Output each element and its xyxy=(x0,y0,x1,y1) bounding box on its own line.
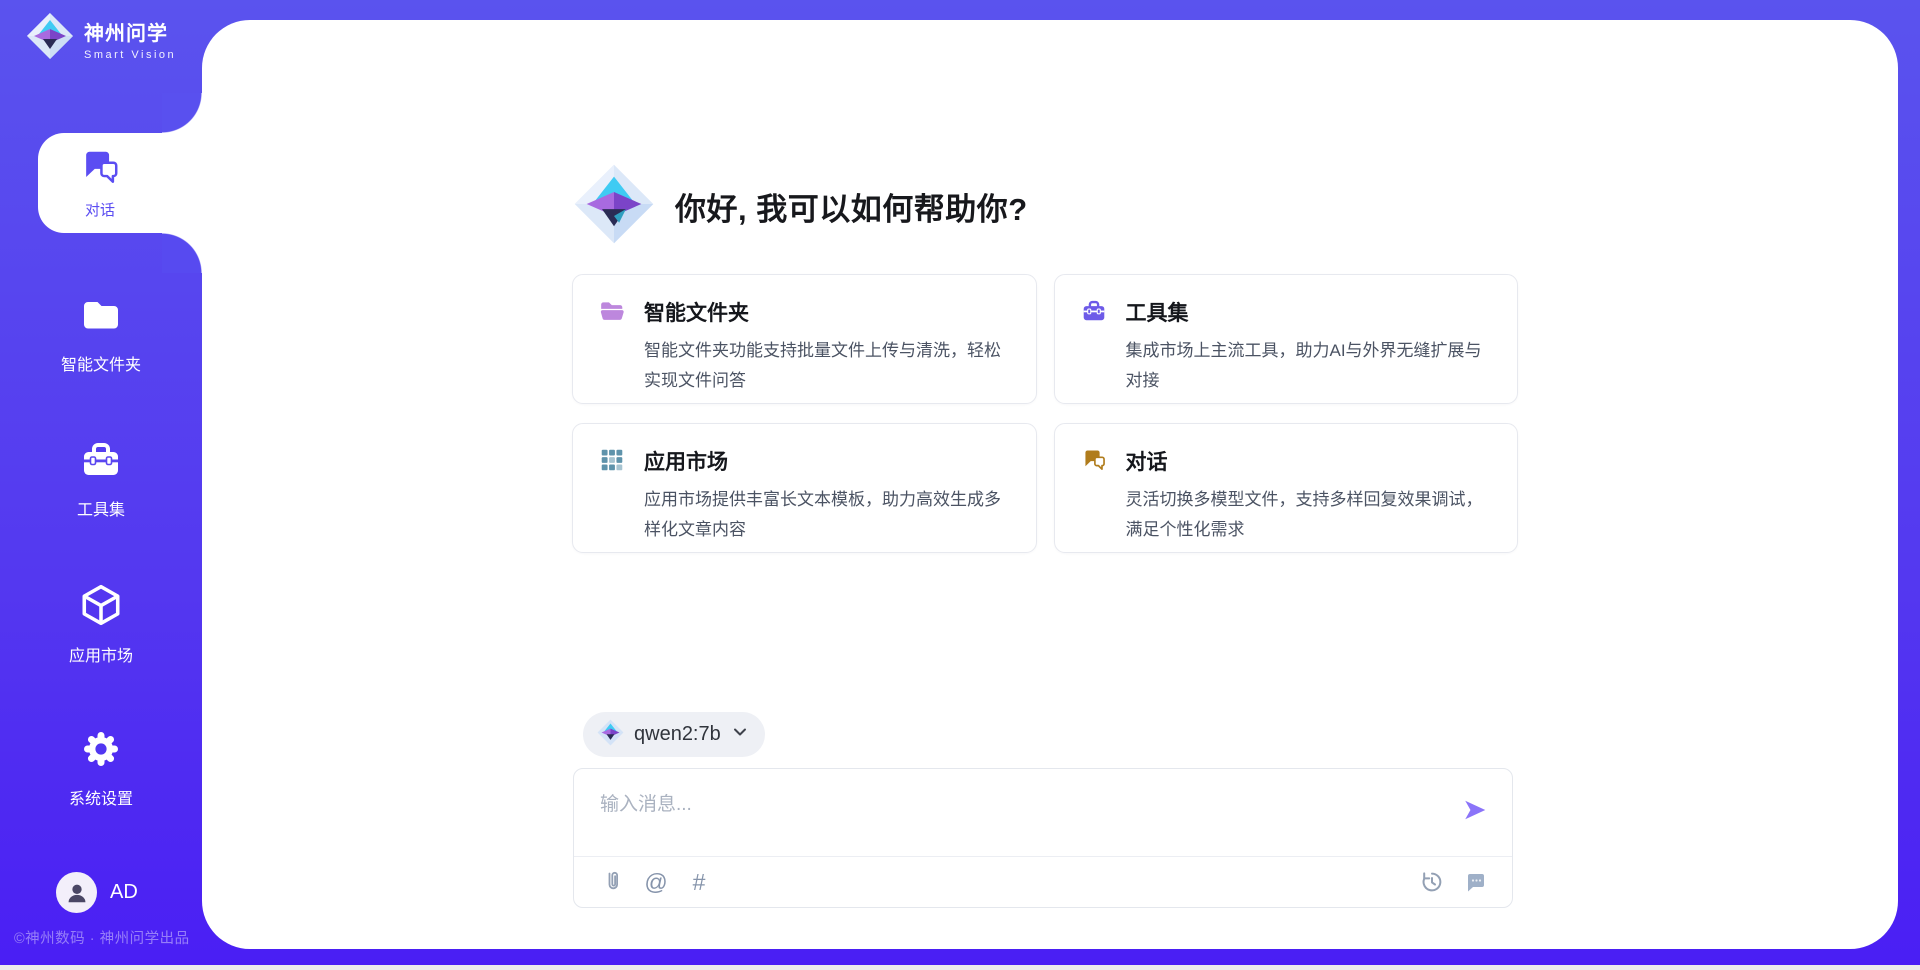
sidebar-item-chat-label: 对话 xyxy=(85,199,115,220)
card-description: 集成市场上主流工具，助力AI与外界无缝扩展与对接 xyxy=(1126,336,1494,396)
card-title: 工具集 xyxy=(1126,297,1494,327)
brand: 神州问学 Smart Vision xyxy=(26,12,176,65)
assistant-logo-icon xyxy=(573,163,655,250)
card-description: 智能文件夹功能支持批量文件上传与清洗，轻松实现文件问答 xyxy=(644,336,1012,396)
message-input[interactable] xyxy=(574,769,1512,855)
toolbox-icon xyxy=(1081,298,1107,403)
sidebar: 神州问学 Smart Vision 对话 智能文件夹 xyxy=(0,0,202,970)
sidebar-item-chat[interactable]: 对话 xyxy=(38,133,206,233)
greeting-title: 你好, 我可以如何帮助你? xyxy=(675,184,1028,229)
sidebar-item-apps[interactable]: 应用市场 xyxy=(0,582,202,666)
card-smart-folder[interactable]: 智能文件夹 智能文件夹功能支持批量文件上传与清洗，轻松实现文件问答 xyxy=(572,274,1037,404)
user-initials: AD xyxy=(110,881,138,904)
sidebar-item-settings[interactable]: 系统设置 xyxy=(0,727,202,809)
chat-bubbles-icon xyxy=(1081,447,1107,552)
sidebar-item-tools-label: 工具集 xyxy=(77,496,125,520)
card-app-market[interactable]: 应用市场 应用市场提供丰富长文本模板，助力高效生成多样化文章内容 xyxy=(572,423,1037,553)
model-name: qwen2:7b xyxy=(634,723,721,746)
sidebar-item-apps-label: 应用市场 xyxy=(69,642,133,666)
card-title: 智能文件夹 xyxy=(644,297,1012,327)
grid-icon xyxy=(599,447,625,552)
card-chat[interactable]: 对话 灵活切换多模型文件，支持多样回复效果调试，满足个性化需求 xyxy=(1054,423,1519,553)
send-icon[interactable] xyxy=(1462,797,1488,823)
greeting-block: 你好, 我可以如何帮助你? xyxy=(573,163,1028,250)
feature-cards: 智能文件夹 智能文件夹功能支持批量文件上传与清洗，轻松实现文件问答 工具集 集成… xyxy=(572,274,1518,553)
brand-logo-icon xyxy=(26,12,74,65)
card-description: 灵活切换多模型文件，支持多样回复效果调试，满足个性化需求 xyxy=(1126,485,1494,545)
avatar xyxy=(56,872,97,913)
toolbox-icon xyxy=(79,438,123,487)
sidebar-item-settings-label: 系统设置 xyxy=(69,785,133,809)
history-icon[interactable] xyxy=(1419,869,1445,895)
chevron-down-icon xyxy=(731,724,749,745)
gear-icon xyxy=(79,727,123,776)
horizontal-scrollbar[interactable] xyxy=(0,965,1920,970)
brand-name: 神州问学 xyxy=(84,17,176,46)
active-tab-fillet-top xyxy=(162,93,202,133)
attachment-icon[interactable] xyxy=(600,869,626,895)
brand-subtitle: Smart Vision xyxy=(84,49,176,61)
model-selector[interactable]: qwen2:7b xyxy=(583,712,765,757)
folder-open-icon xyxy=(599,298,625,403)
composer-toolbar: @ # xyxy=(600,857,1488,907)
model-logo-icon xyxy=(597,719,624,751)
card-title: 对话 xyxy=(1126,446,1494,476)
mention-icon[interactable]: @ xyxy=(643,869,669,895)
sidebar-footer: ©神州数码 · 神州问学出品 xyxy=(14,927,204,948)
sidebar-item-folders-label: 智能文件夹 xyxy=(61,351,141,375)
message-composer: @ # xyxy=(573,768,1513,908)
sidebar-item-folders[interactable]: 智能文件夹 xyxy=(0,293,202,375)
card-description: 应用市场提供丰富长文本模板，助力高效生成多样化文章内容 xyxy=(644,485,1012,545)
cube-icon xyxy=(78,582,124,633)
sidebar-item-tools[interactable]: 工具集 xyxy=(0,438,202,520)
hashtag-icon[interactable]: # xyxy=(686,869,712,895)
user-profile[interactable]: AD xyxy=(56,872,138,913)
card-title: 应用市场 xyxy=(644,446,1012,476)
folder-icon xyxy=(79,293,123,342)
chat-bubbles-icon xyxy=(79,146,121,193)
card-toolset[interactable]: 工具集 集成市场上主流工具，助力AI与外界无缝扩展与对接 xyxy=(1054,274,1519,404)
feedback-bubble-icon[interactable] xyxy=(1462,869,1488,895)
active-tab-fillet-bottom xyxy=(162,233,202,273)
